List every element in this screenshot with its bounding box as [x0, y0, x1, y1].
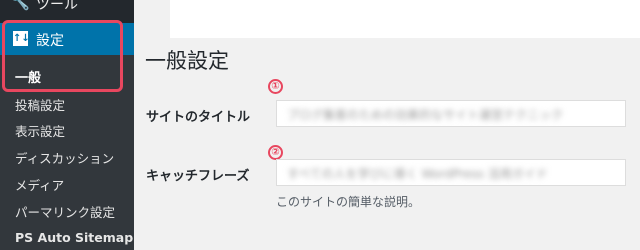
submenu-item-reading[interactable]: 表示設定: [15, 121, 65, 140]
site-title-input[interactable]: ブログ集客のための効果的なサイト運営テクニック: [276, 100, 626, 127]
tagline-input[interactable]: すべての人を学びに導く WordPress 活用ガイド: [276, 159, 626, 186]
site-title-value: ブログ集客のための効果的なサイト運営テクニック: [287, 108, 564, 122]
wrench-icon: 🔧: [10, 0, 30, 11]
tagline-value: すべての人を学びに導く WordPress 活用ガイド: [287, 167, 548, 181]
annotation-marker-2: ②: [268, 145, 283, 160]
submenu-item-writing[interactable]: 投稿設定: [15, 95, 65, 114]
submenu-item-ps-auto-sitemap[interactable]: PS Auto Sitemap: [15, 230, 133, 245]
submenu-item-media[interactable]: メディア: [15, 175, 64, 194]
page-title: 一般設定: [145, 49, 229, 73]
admin-sidebar: 🔧 ツール ↑↓ 設定 一般 投稿設定 表示設定 ディスカッション メディア パ…: [0, 0, 134, 250]
submenu-item-discussion[interactable]: ディスカッション: [15, 148, 114, 167]
menu-item-tools-label: ツール: [36, 0, 78, 13]
submenu-item-permalinks[interactable]: パーマリンク設定: [15, 202, 115, 221]
tagline-description: このサイトの簡単な説明。: [276, 195, 421, 209]
annotation-marker-1: ①: [268, 79, 283, 94]
site-title-label: サイトのタイトル: [146, 110, 251, 125]
menu-item-tools[interactable]: 🔧 ツール: [0, 0, 134, 16]
content-top-strip: [134, 0, 170, 38]
annotation-highlight-box: [2, 20, 123, 92]
tagline-label: キャッチフレーズ: [146, 169, 250, 184]
